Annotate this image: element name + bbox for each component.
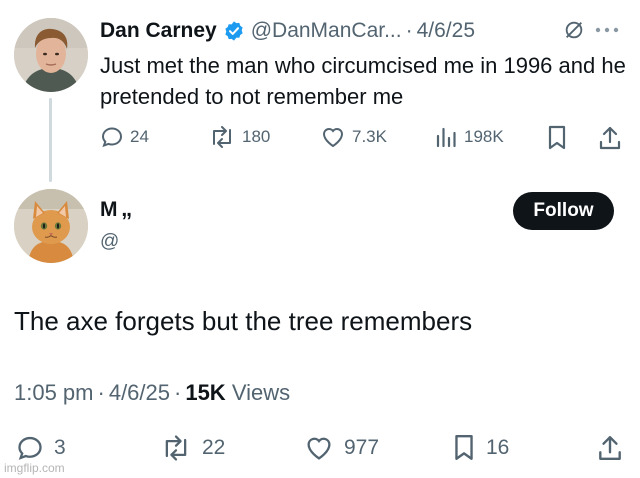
views-action[interactable]: 198K (434, 124, 504, 150)
bookmark-action[interactable]: 16 (452, 433, 509, 463)
reply-action[interactable]: 3 (16, 433, 66, 463)
tweet-header: Dan Carney @DanManCar... · 4/6/25 (100, 16, 475, 46)
heart-icon (304, 434, 334, 462)
heart-icon (320, 125, 346, 149)
like-count: 7.3K (352, 127, 387, 146)
author-display-name[interactable]: Dan Carney (100, 19, 217, 43)
reply-action[interactable]: 24 (100, 124, 149, 150)
tweet-text: Just met the man who circumcised me in 1… (100, 53, 626, 109)
bookmark-count: 16 (486, 436, 510, 459)
verified-badge-icon (223, 20, 245, 42)
tweet-date[interactable]: 4/6/25 (417, 19, 475, 43)
reply-count: 3 (54, 436, 66, 459)
like-count: 977 (344, 436, 380, 459)
reply-icon (100, 125, 124, 149)
reply-author-name-redacted[interactable]: M ,, (100, 198, 132, 222)
reply-author-handle-redacted[interactable]: @ (100, 231, 119, 253)
share-icon[interactable] (598, 125, 622, 151)
views-chart-icon (434, 125, 458, 149)
grok-icon[interactable] (563, 19, 585, 41)
bookmark-icon[interactable] (546, 125, 568, 151)
header-separator: · (405, 19, 413, 42)
thread-connector-line (49, 98, 52, 182)
tweet-time[interactable]: 1:05 pm (14, 380, 94, 405)
reply-count: 24 (130, 127, 149, 146)
author-avatar[interactable] (14, 18, 88, 92)
avatar-photo (14, 18, 88, 92)
watermark-text: imgflip.com (4, 461, 65, 475)
tweet-date[interactable]: 4/6/25 (109, 380, 170, 405)
views-count: 15K (185, 380, 226, 405)
repost-action[interactable]: 180 (208, 124, 270, 150)
repost-icon (208, 125, 236, 149)
more-options-icon[interactable] (594, 26, 620, 34)
bookmark-icon (452, 434, 476, 462)
repost-count: 22 (202, 436, 226, 459)
reply-tweet-text: The axe forgets but the tree remembers (14, 306, 473, 336)
repost-icon (160, 434, 192, 462)
follow-button[interactable]: Follow (513, 192, 614, 230)
meta-separator: · (97, 380, 105, 405)
reply-author-avatar[interactable] (14, 189, 88, 263)
cat-avatar-photo (14, 189, 88, 263)
tweet-metadata: 1:05 pm · 4/6/25 · 15K Views (14, 380, 290, 406)
share-icon[interactable] (597, 434, 623, 462)
like-action[interactable]: 7.3K (320, 124, 387, 150)
views-label: Views (231, 380, 291, 405)
reply-icon (16, 434, 44, 462)
meta-separator: · (174, 380, 182, 405)
like-action[interactable]: 977 (304, 433, 379, 463)
repost-count: 180 (242, 127, 271, 146)
views-count: 198K (464, 127, 504, 146)
repost-action[interactable]: 22 (160, 433, 225, 463)
author-handle[interactable]: @DanManCar... (251, 19, 402, 43)
